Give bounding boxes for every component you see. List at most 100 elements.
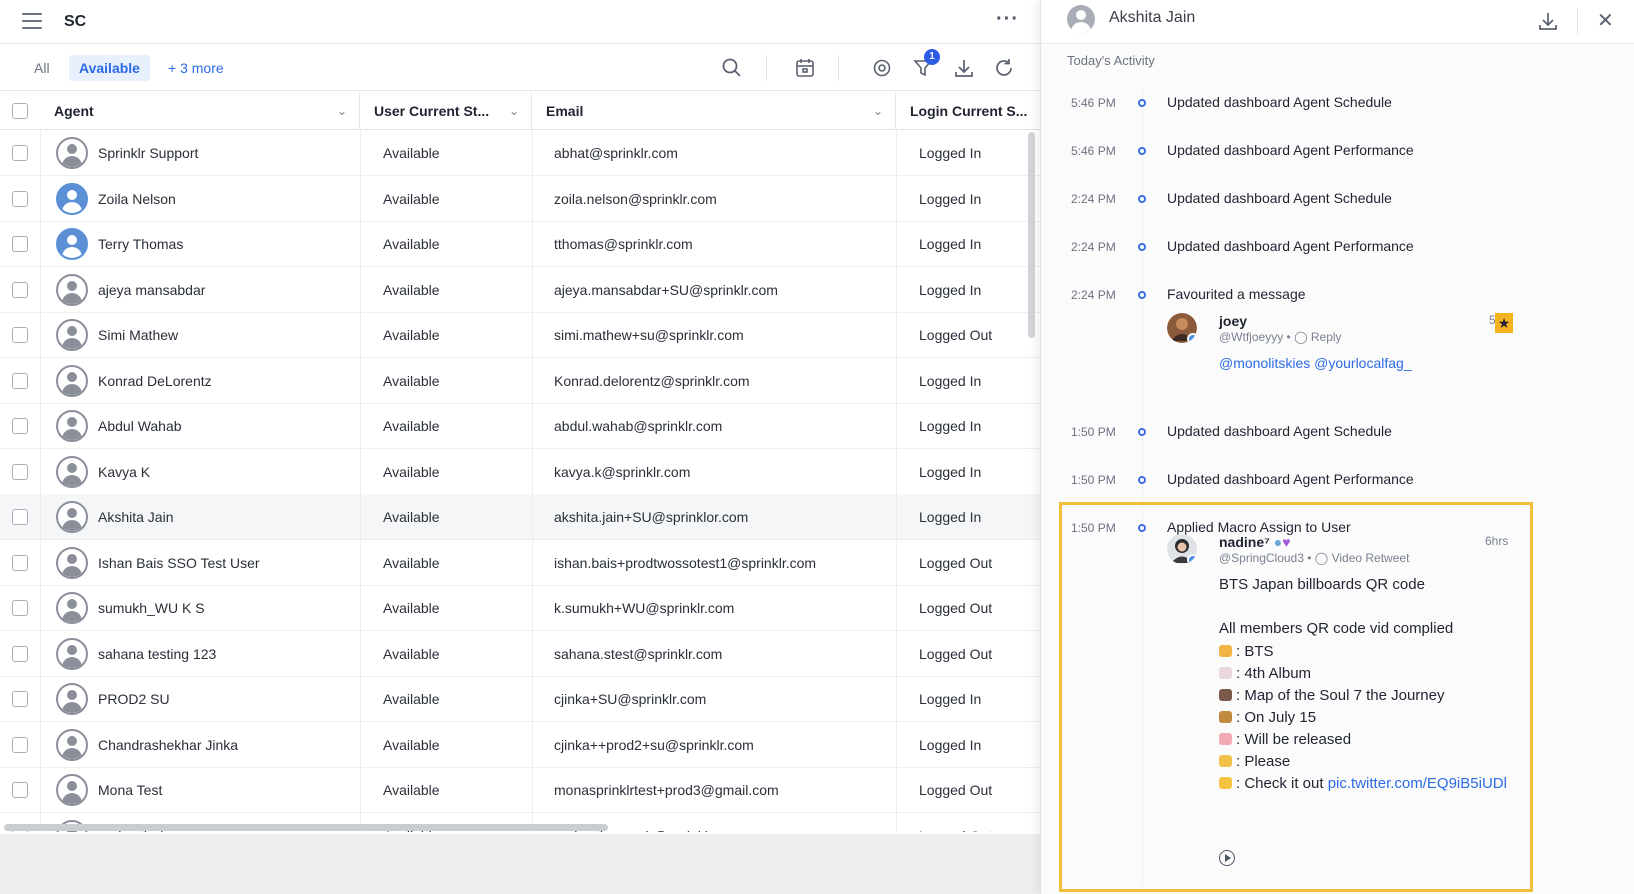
cell-divider: [532, 448, 533, 495]
row-checkbox[interactable]: [12, 509, 28, 525]
star-icon[interactable]: ★: [1495, 313, 1513, 333]
horizontal-scrollbar[interactable]: [4, 824, 608, 831]
agent-name[interactable]: Simi Mathew: [98, 312, 353, 358]
row-checkbox[interactable]: [12, 281, 28, 298]
calendar-icon[interactable]: [792, 55, 818, 81]
message-link[interactable]: pic.twitter.com/EQ9iB5iUDl: [1328, 775, 1507, 792]
download-icon[interactable]: [1537, 10, 1561, 34]
filter-more-link[interactable]: + 3 more: [158, 55, 234, 81]
agent-name[interactable]: Sprinklr Support: [98, 130, 353, 176]
table-row[interactable]: Zoila Nelson Available zoila.nelson@sprink…: [0, 175, 1040, 222]
table-row[interactable]: Abdul Wahab Available abdul.wahab@sprinklr…: [0, 403, 1040, 449]
message-card-nadine[interactable]: nadine⁷ ●♥ @SpringCloud3 • ◯ Video Retwe…: [1167, 534, 1527, 866]
cell-divider: [360, 676, 361, 722]
user-status: Available: [383, 463, 440, 480]
chevron-down-icon[interactable]: ⌄: [337, 92, 347, 130]
message-list-item: : Please: [1219, 753, 1290, 770]
table-row[interactable]: Chandrashekhar Jinka Available cjinka++pro…: [0, 721, 1040, 768]
table-row[interactable]: Konrad DeLorentz Available Konrad.delorent…: [0, 357, 1040, 404]
column-header-email[interactable]: Email ⌄: [532, 92, 896, 130]
row-checkbox[interactable]: [12, 372, 28, 389]
activity-time: 1:50 PM: [1071, 425, 1116, 439]
search-icon[interactable]: [719, 55, 745, 81]
row-checkbox[interactable]: [12, 691, 28, 707]
message-author[interactable]: joey: [1219, 313, 1247, 329]
table-row[interactable]: sumukh_WU K S Available k.sumukh+WU@sprink…: [0, 585, 1040, 631]
cell-divider: [532, 175, 533, 222]
cell-divider: [532, 630, 533, 677]
table-row[interactable]: Mona Test Available monasprinklrtest+prod3…: [0, 767, 1040, 813]
cell-divider: [532, 312, 533, 358]
refresh-icon[interactable]: [991, 55, 1017, 81]
header-divider: [1577, 8, 1578, 34]
agent-name[interactable]: Abdul Wahab: [98, 403, 353, 449]
column-header-user-status[interactable]: User Current St... ⌄: [360, 92, 532, 130]
message-handle[interactable]: @Wtfjoeyyy: [1219, 330, 1283, 344]
message-card-joey[interactable]: joey @Wtfjoeyyy • ◯ Reply @monolitskies …: [1167, 313, 1527, 383]
agent-name[interactable]: Terry Thomas: [98, 221, 353, 267]
filter-icon[interactable]: 1: [910, 49, 940, 81]
table-row[interactable]: ajeya mansabdar Available ajeya.mansabdar+…: [0, 266, 1040, 313]
table-row[interactable]: Akshita Jain Available akshita.jain+SU@spr…: [0, 494, 1040, 540]
play-icon[interactable]: [1219, 850, 1235, 866]
avatar: [56, 228, 88, 260]
agent-name[interactable]: Mona Test: [98, 767, 353, 813]
agent-email: sahana.stest@sprinklr.com: [554, 645, 723, 662]
agent-name[interactable]: ajeya mansabdar: [98, 267, 353, 313]
agent-email: akshita.jain+SU@sprinklor.com: [554, 509, 749, 525]
table-row[interactable]: Kavya K Available kavya.k@sprinklr.com Logg…: [0, 448, 1040, 495]
chevron-down-icon[interactable]: ⌄: [873, 92, 883, 130]
agent-name[interactable]: Kavya K: [98, 449, 353, 495]
select-all-checkbox[interactable]: [12, 103, 28, 119]
table-row[interactable]: Ishan Bais SSO Test User Available ishan.b…: [0, 539, 1040, 586]
close-icon[interactable]: ✕: [1597, 8, 1614, 33]
row-checkbox[interactable]: [12, 327, 28, 343]
row-checkbox[interactable]: [12, 736, 28, 753]
chevron-down-icon[interactable]: ⌄: [509, 92, 519, 130]
table-row[interactable]: sahana testing 123 Available sahana.stest@…: [0, 630, 1040, 677]
agent-name[interactable]: Ishan Bais SSO Test User: [98, 540, 353, 586]
message-handle[interactable]: @SpringCloud3: [1219, 551, 1304, 565]
table-row[interactable]: Sprinklr Support Available abhat@sprinklr.…: [0, 130, 1040, 176]
column-header-login-status[interactable]: Login Current S...: [896, 92, 1040, 130]
table-row[interactable]: Terry Thomas Available tthomas@sprinklr.co…: [0, 221, 1040, 267]
agent-name[interactable]: Konrad DeLorentz: [98, 358, 353, 404]
timeline-dot: [1138, 195, 1146, 203]
avatar: [56, 319, 88, 351]
table-row[interactable]: PROD2 SU Available cjinka+SU@sprinklr.com L…: [0, 676, 1040, 722]
vertical-scrollbar[interactable]: [1028, 132, 1035, 338]
row-checkbox[interactable]: [12, 463, 28, 480]
avatar: [1167, 534, 1197, 564]
message-author[interactable]: nadine⁷ ●♥: [1219, 534, 1291, 550]
table-row[interactable]: Simi Mathew Available simi.mathew+su@sprin…: [0, 312, 1040, 358]
row-checkbox[interactable]: [12, 554, 28, 571]
row-checkbox[interactable]: [12, 145, 28, 161]
agent-name[interactable]: Akshita Jain: [98, 494, 353, 540]
settings-icon[interactable]: [869, 55, 895, 81]
agent-name[interactable]: sumukh_WU K S: [98, 585, 353, 631]
download-icon[interactable]: [951, 55, 977, 81]
globe-icon: ◯: [1314, 551, 1329, 565]
table-header: Agent ⌄ User Current St... ⌄ Email ⌄ Log…: [0, 92, 1040, 130]
row-checkbox[interactable]: [12, 782, 28, 798]
message-mentions[interactable]: @monolitskies @yourlocalfag_: [1219, 355, 1412, 371]
column-header-agent[interactable]: Agent ⌄: [40, 92, 360, 130]
row-checkbox[interactable]: [12, 600, 28, 616]
more-options-icon[interactable]: ···: [996, 8, 1019, 31]
agent-name[interactable]: Chandrashekhar Jinka: [98, 722, 353, 768]
row-checkbox[interactable]: [12, 418, 28, 434]
row-checkbox[interactable]: [12, 236, 28, 252]
agent-name[interactable]: sahana testing 123: [98, 631, 353, 677]
agent-name[interactable]: Zoila Nelson: [98, 176, 353, 222]
list-item-text: : Will be released: [1236, 731, 1352, 748]
filter-tab-available[interactable]: Available: [69, 55, 150, 81]
separator-dot: •: [1307, 551, 1315, 565]
filter-tab-all[interactable]: All: [24, 55, 60, 81]
message-list-item: : Check it out pic.twitter.com/EQ9iB5iUD…: [1219, 775, 1507, 792]
separator-dot: •: [1286, 330, 1295, 344]
menu-icon[interactable]: [22, 13, 42, 29]
row-checkbox[interactable]: [12, 645, 28, 662]
emoji-icon: [1219, 733, 1232, 745]
row-checkbox[interactable]: [12, 190, 28, 207]
agent-name[interactable]: PROD2 SU: [98, 676, 353, 722]
